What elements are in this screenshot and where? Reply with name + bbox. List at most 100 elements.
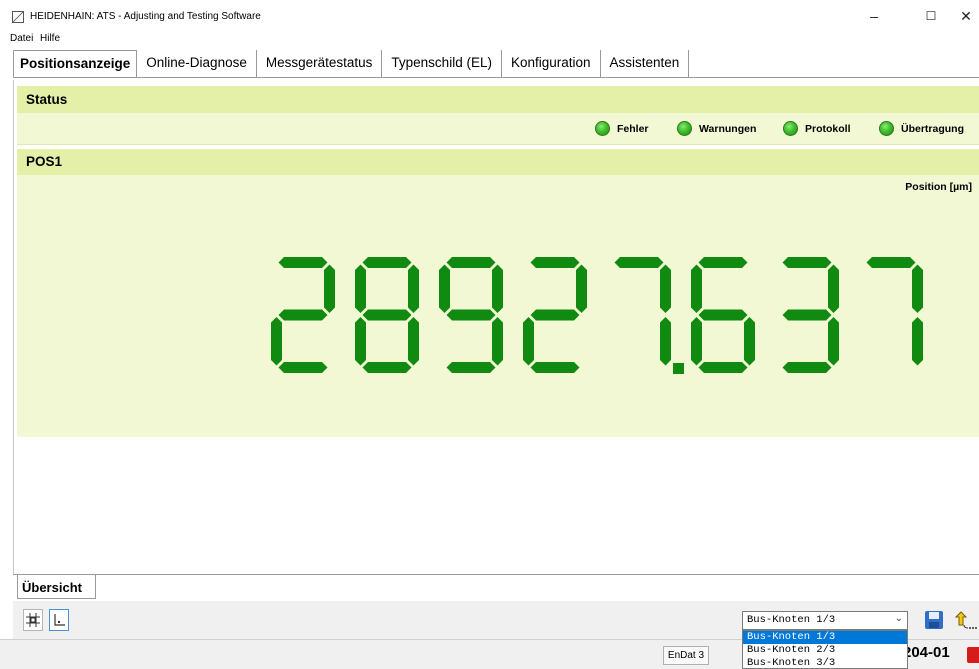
dropdown-option[interactable]: Bus-Knoten 2/3 [743,644,907,657]
segment-f [691,264,702,313]
digit-2 [523,257,587,373]
segment-e [355,317,366,366]
indicator-warnungen: Warnungen [677,121,756,136]
segment-c [912,317,923,366]
interface-badge: EnDat 3 [663,646,709,665]
grid-icon[interactable] [23,609,43,631]
segment-a [362,257,412,268]
position-display-area: Position [µm] [17,175,979,437]
save-icon[interactable] [923,609,945,631]
tab-assistenten[interactable]: Assistenten [601,50,690,77]
bus-node-selected: Bus-Knoten 1/3 [747,614,836,626]
digit-7 [614,257,671,366]
segment-e [691,317,702,366]
status-led-icon [595,121,610,136]
digit-6 [691,257,755,373]
error-icon [967,647,979,663]
segment-d [530,362,580,373]
segment-g [782,309,832,321]
segment-c [492,317,503,366]
tab-typenschild[interactable]: Typenschild (EL) [382,50,502,77]
segment-g [698,309,748,321]
axis-icon[interactable] [49,609,69,631]
tab-messgeraetestatus[interactable]: Messgerätestatus [257,50,383,77]
digit-2 [271,257,335,373]
indicator-label: Warnungen [699,122,757,135]
segment-f [439,264,450,313]
segment-g [446,309,496,321]
segment-g [278,309,328,321]
segment-d [782,362,832,373]
segment-d [446,362,496,373]
segment-g [362,309,412,321]
tab-divider [13,77,979,78]
segment-c [744,317,755,366]
segment-g [530,309,580,321]
tab-uebersicht[interactable]: Übersicht [17,575,96,599]
segment-a [866,257,916,268]
pos1-header: POS1 [17,149,979,175]
segment-d [278,362,328,373]
window-title: HEIDENHAIN: ATS - Adjusting and Testing … [30,11,261,22]
segment-a [446,257,496,268]
segment-b [912,264,923,313]
segment-d [362,362,412,373]
segment-c [660,317,671,366]
digit-9 [439,257,503,373]
title-bar: HEIDENHAIN: ATS - Adjusting and Testing … [0,0,979,30]
segment-a [614,257,664,268]
bottom-tab-divider [13,574,979,575]
app-icon [12,11,24,23]
segment-d [698,362,748,373]
status-led-icon [783,121,798,136]
menu-datei[interactable]: Datei [10,33,33,44]
status-header: Status [17,86,979,113]
bus-node-select[interactable]: Bus-Knoten 1/3 ⌄ [742,611,908,630]
status-led-icon [677,121,692,136]
status-led-icon [879,121,894,136]
indicator-label: Protokoll [805,122,851,135]
main-tabs: Positionsanzeige Online-Diagnose Messger… [13,50,690,78]
segment-a [278,257,328,268]
digit-7 [866,257,923,366]
segment-b [660,264,671,313]
indicator-protokoll: Protokoll [783,121,851,136]
dropdown-option[interactable]: Bus-Knoten 3/3 [743,657,907,668]
chevron-down-icon[interactable]: ⌄ [895,613,903,625]
status-indicators: Fehler Warnungen Protokoll Übertragung [17,113,979,145]
minimize-button[interactable]: – [859,6,889,26]
tab-online-diagnose[interactable]: Online-Diagnose [137,50,257,77]
tab-positionsanzeige[interactable]: Positionsanzeige [13,50,138,78]
segment-b [828,264,839,313]
assistant-icon[interactable] [954,609,977,631]
dropdown-option[interactable]: Bus-Knoten 1/3 [743,631,907,644]
indicator-uebertragung: Übertragung [879,121,964,136]
bus-node-dropdown-list: Bus-Knoten 1/3 Bus-Knoten 2/3 Bus-Knoten… [742,630,908,669]
menu-bar: Datei Hilfe [0,30,979,48]
device-code: 204-01 [903,644,950,661]
seven-segment-position-value [271,257,923,374]
segment-b [576,264,587,313]
segment-b [492,264,503,313]
decimal-point [673,363,684,374]
digit-8 [355,257,419,373]
segment-a [698,257,748,268]
segment-a [530,257,580,268]
indicator-label: Übertragung [901,122,964,135]
indicator-label: Fehler [617,122,649,135]
segment-c [408,317,419,366]
segment-b [324,264,335,313]
tab-konfiguration[interactable]: Konfiguration [502,50,601,77]
indicator-fehler: Fehler [595,121,649,136]
digit-3 [782,257,839,373]
segment-a [782,257,832,268]
segment-b [408,264,419,313]
menu-hilfe[interactable]: Hilfe [40,33,60,44]
position-unit-label: Position [µm] [905,181,972,193]
segment-c [828,317,839,366]
segment-e [523,317,534,366]
close-button[interactable]: ✕ [951,6,979,26]
segment-e [271,317,282,366]
maximize-button[interactable]: ☐ [916,6,946,26]
segment-f [355,264,366,313]
